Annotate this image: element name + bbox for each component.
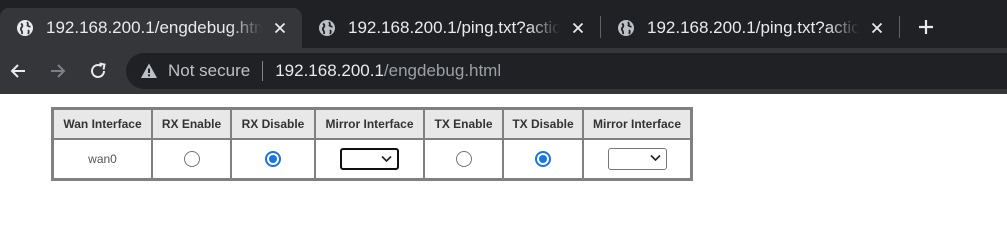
tx-mirror-cell	[583, 139, 691, 179]
browser-toolbar: Not secure 192.168.200.1/engdebug.html	[0, 48, 1007, 94]
table-header-row: Wan Interface RX Enable RX Disable Mirro…	[53, 109, 691, 139]
rx-enable-radio[interactable]	[183, 151, 200, 167]
omnibox-divider	[262, 61, 264, 81]
rx-disable-cell	[231, 139, 315, 179]
reload-icon	[91, 62, 106, 78]
rx-mirror-interface-select[interactable]	[340, 148, 399, 170]
column-header: RX Disable	[231, 109, 315, 139]
new-tab-button[interactable]	[912, 13, 940, 41]
back-button[interactable]	[4, 57, 32, 85]
tx-disable-cell	[503, 139, 583, 179]
tx-mirror-interface-select[interactable]	[607, 148, 667, 170]
tab-ping-1[interactable]: 192.168.200.1/ping.txt?action=ping	[302, 8, 600, 48]
rx-disable-radio[interactable]	[265, 151, 281, 167]
tab-engdebug[interactable]: 192.168.200.1/engdebug.html	[0, 8, 302, 48]
chevron-down-icon	[381, 155, 392, 163]
rx-enable-cell	[152, 139, 231, 179]
address-bar[interactable]: Not secure 192.168.200.1/engdebug.html	[126, 53, 1007, 89]
reload-button[interactable]	[84, 57, 112, 85]
page-content: Wan Interface RX Enable RX Disable Mirro…	[0, 94, 1007, 244]
tab-separator	[899, 16, 900, 38]
url-path: /engdebug.html	[383, 61, 502, 80]
column-header: TX Enable	[424, 109, 503, 139]
tx-enable-radio[interactable]	[455, 151, 472, 167]
arrow-left-icon	[10, 64, 25, 78]
arrow-right-icon	[51, 64, 66, 78]
tab-title: 192.168.200.1/ping.txt?action=ping	[348, 18, 560, 37]
globe-icon	[618, 20, 634, 36]
tab-title: 192.168.200.1/engdebug.html	[46, 18, 262, 37]
url-text[interactable]: 192.168.200.1/engdebug.html	[275, 61, 501, 81]
interface-cell: wan0	[53, 139, 152, 179]
warning-icon[interactable]	[140, 62, 158, 80]
column-header: RX Enable	[152, 109, 231, 139]
chevron-down-icon	[649, 154, 661, 162]
globe-icon	[319, 20, 335, 36]
table-row: wan0	[53, 139, 691, 179]
debug-config-table: Wan Interface RX Enable RX Disable Mirro…	[51, 107, 693, 181]
tx-enable-cell	[424, 139, 503, 179]
security-label[interactable]: Not secure	[168, 61, 250, 81]
globe-icon	[17, 20, 33, 36]
tab-title: 192.168.200.1/ping.txt?action=ping	[647, 18, 859, 37]
column-header: TX Disable	[503, 109, 583, 139]
close-tab-icon[interactable]	[568, 18, 588, 38]
close-tab-icon[interactable]	[867, 18, 887, 38]
tx-disable-radio[interactable]	[535, 151, 551, 167]
plus-icon	[919, 20, 933, 34]
tab-strip: 192.168.200.1/engdebug.html 192.168.200.…	[0, 0, 1007, 48]
close-tab-icon[interactable]	[270, 18, 290, 38]
forward-button[interactable]	[44, 57, 72, 85]
rx-mirror-cell	[315, 139, 424, 179]
column-header: Mirror Interface	[315, 109, 424, 139]
url-host: 192.168.200.1	[275, 61, 384, 80]
column-header: Wan Interface	[53, 109, 152, 139]
tab-ping-2[interactable]: 192.168.200.1/ping.txt?action=ping	[601, 8, 899, 48]
column-header: Mirror Interface	[583, 109, 691, 139]
